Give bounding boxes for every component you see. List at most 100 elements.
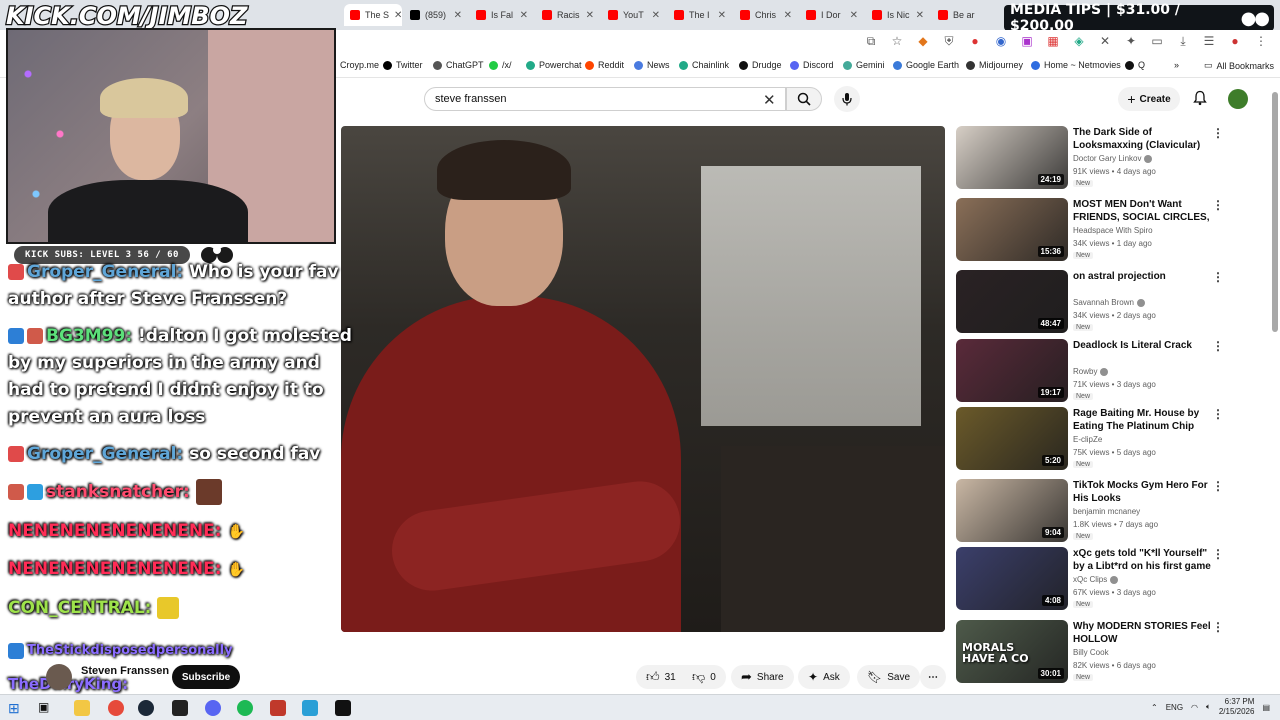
- x-icon[interactable]: ✕: [1098, 34, 1112, 48]
- bookmark-midjourney[interactable]: Midjourney: [966, 60, 1023, 70]
- close-icon[interactable]: ✕: [718, 10, 726, 21]
- all-bookmarks[interactable]: ▭ All Bookmarks: [1204, 60, 1274, 71]
- tab-4[interactable]: YouT ✕: [602, 4, 666, 26]
- app-icon[interactable]: [270, 700, 286, 716]
- channel-name[interactable]: Steven Franssen: [81, 665, 169, 677]
- steam-icon[interactable]: [138, 700, 154, 716]
- star-icon[interactable]: ☆: [890, 34, 904, 48]
- bookmark-drudge[interactable]: Drudge: [739, 60, 782, 70]
- terminal-icon[interactable]: [172, 700, 188, 716]
- clock[interactable]: 6:37 PM 2/15/2026: [1219, 697, 1255, 717]
- video-title[interactable]: xQc gets told "K*ll Yourself" by a Libt*…: [1073, 547, 1213, 573]
- close-icon[interactable]: ✕: [916, 10, 924, 21]
- video-title[interactable]: Rage Baiting Mr. House by Eating The Pla…: [1073, 407, 1213, 433]
- search-input[interactable]: steve franssen: [424, 87, 786, 111]
- more-vertical-icon[interactable]: ⋮: [1212, 126, 1224, 140]
- video-channel[interactable]: E-clipZe: [1073, 435, 1102, 444]
- related-video-item[interactable]: 48:47 on astral projection Savannah Brown 3…: [956, 270, 1266, 333]
- extension-icon[interactable]: ▣: [1020, 34, 1034, 48]
- video-title[interactable]: The Dark Side of Looksmaxxing (Clavicula…: [1073, 126, 1213, 152]
- tab-0[interactable]: The S ✕: [344, 4, 402, 26]
- profile-icon[interactable]: ●: [1228, 34, 1242, 48]
- related-video-item[interactable]: 9:04 TikTok Mocks Gym Hero For His Looks b…: [956, 479, 1266, 542]
- tab-8[interactable]: Is Nic ✕: [866, 4, 930, 26]
- video-title[interactable]: Why MODERN STORIES Feel HOLLOW: [1073, 620, 1213, 646]
- create-button[interactable]: + Create: [1118, 87, 1180, 111]
- related-video-item[interactable]: 4:08 xQc gets told "K*ll Yourself" by a L…: [956, 547, 1266, 610]
- close-icon[interactable]: ✕: [520, 10, 528, 21]
- sidepanel-icon[interactable]: ▭: [1150, 34, 1164, 48]
- tab-7[interactable]: I Dor ✕: [800, 4, 864, 26]
- bookmark-twitter[interactable]: Twitter: [383, 60, 423, 70]
- more-vertical-icon[interactable]: ⋮: [1212, 620, 1224, 634]
- video-title[interactable]: on astral projection: [1073, 270, 1213, 283]
- tab-6[interactable]: Chris ✕: [734, 4, 798, 26]
- bookmark-x[interactable]: /x/: [489, 60, 512, 70]
- extension-icon[interactable]: ▦: [1046, 34, 1060, 48]
- more-vertical-icon[interactable]: ⋮: [1212, 339, 1224, 353]
- tab-5[interactable]: The I ✕: [668, 4, 732, 26]
- channel-avatar[interactable]: [46, 664, 72, 690]
- spotify-icon[interactable]: [237, 700, 253, 716]
- more-vertical-icon[interactable]: ⋮: [1212, 547, 1224, 561]
- video-channel[interactable]: xQc Clips: [1073, 575, 1119, 584]
- video-title[interactable]: TikTok Mocks Gym Hero For His Looks: [1073, 479, 1213, 505]
- install-icon[interactable]: ⧉: [864, 34, 878, 48]
- bookmark-q[interactable]: Q: [1125, 60, 1145, 70]
- video-channel[interactable]: Billy Cook: [1073, 648, 1109, 657]
- video-title[interactable]: Deadlock Is Literal Crack: [1073, 339, 1213, 352]
- close-icon[interactable]: ✕: [586, 10, 594, 21]
- video-thumbnail[interactable]: 19:17: [956, 339, 1068, 402]
- related-video-item[interactable]: 24:19 The Dark Side of Looksmaxxing (Clav…: [956, 126, 1266, 189]
- like-button[interactable]: 👍︎ 31: [636, 665, 684, 689]
- page-scrollbar[interactable]: [1272, 92, 1278, 332]
- close-icon[interactable]: ✕: [394, 10, 402, 21]
- close-icon[interactable]: ✕: [850, 10, 858, 21]
- bookmark-google-earth[interactable]: Google Earth: [893, 60, 959, 70]
- video-thumbnail[interactable]: 24:19: [956, 126, 1068, 189]
- notifications-bell-icon[interactable]: [1192, 90, 1208, 106]
- bookmark-news[interactable]: News: [634, 60, 670, 70]
- video-thumbnail[interactable]: MORALS HAVE A CO 30:01: [956, 620, 1068, 683]
- chrome-icon[interactable]: [108, 700, 124, 716]
- more-vertical-icon[interactable]: ⋮: [1212, 198, 1224, 212]
- capcut-icon[interactable]: [335, 700, 351, 716]
- close-icon[interactable]: ✕: [652, 10, 660, 21]
- video-channel[interactable]: Savannah Brown: [1073, 298, 1145, 307]
- search-button[interactable]: [786, 87, 822, 111]
- more-actions-button[interactable]: ⋯: [920, 665, 946, 689]
- tab-3[interactable]: Racis ✕: [536, 4, 600, 26]
- metamask-icon[interactable]: ◆: [916, 34, 930, 48]
- bookmark-netmovies[interactable]: Home ~ Netmovies: [1031, 60, 1121, 70]
- bookmark-chatgpt[interactable]: ChatGPT: [433, 60, 484, 70]
- list-icon[interactable]: ☰: [1202, 34, 1216, 48]
- more-vertical-icon[interactable]: ⋮: [1212, 479, 1224, 493]
- related-video-item[interactable]: 5:20 Rage Baiting Mr. House by Eating The…: [956, 407, 1266, 470]
- more-vertical-icon[interactable]: ⋮: [1212, 407, 1224, 421]
- dislike-button[interactable]: 👎︎ 0: [684, 665, 726, 689]
- download-icon[interactable]: ⤓: [1176, 34, 1190, 48]
- bookmark-gemini[interactable]: Gemini: [843, 60, 885, 70]
- task-view-icon[interactable]: ▣: [38, 700, 54, 716]
- discord-icon[interactable]: [205, 700, 221, 716]
- bookmark-croyp[interactable]: Croyp.me: [340, 60, 379, 70]
- shield-icon[interactable]: ⛨: [942, 34, 956, 48]
- share-button[interactable]: ➦ Share: [731, 665, 794, 689]
- video-thumbnail[interactable]: 9:04: [956, 479, 1068, 542]
- bookmarks-overflow[interactable]: »: [1174, 60, 1179, 70]
- video-channel[interactable]: benjamin mcnaney: [1073, 507, 1140, 516]
- related-video-item[interactable]: 19:17 Deadlock Is Literal Crack Rowby 71K v…: [956, 339, 1266, 402]
- voice-search-button[interactable]: [834, 86, 860, 112]
- extension-icon[interactable]: ◈: [1072, 34, 1086, 48]
- subscribe-button[interactable]: Subscribe: [172, 665, 240, 689]
- related-video-item[interactable]: MORALS HAVE A CO 30:01 Why MODERN STORIES …: [956, 620, 1266, 683]
- puzzle-icon[interactable]: ✦: [1124, 34, 1138, 48]
- more-vertical-icon[interactable]: ⋮: [1212, 270, 1224, 284]
- extension-icon[interactable]: ●: [968, 34, 982, 48]
- close-icon[interactable]: ✕: [454, 10, 462, 21]
- ask-button[interactable]: ✦ Ask: [798, 665, 850, 689]
- video-thumbnail[interactable]: 4:08: [956, 547, 1068, 610]
- tab-1[interactable]: (859) ✕: [404, 4, 468, 26]
- chevron-up-icon[interactable]: ⌃: [1151, 703, 1158, 712]
- bookmark-discord[interactable]: Discord: [790, 60, 834, 70]
